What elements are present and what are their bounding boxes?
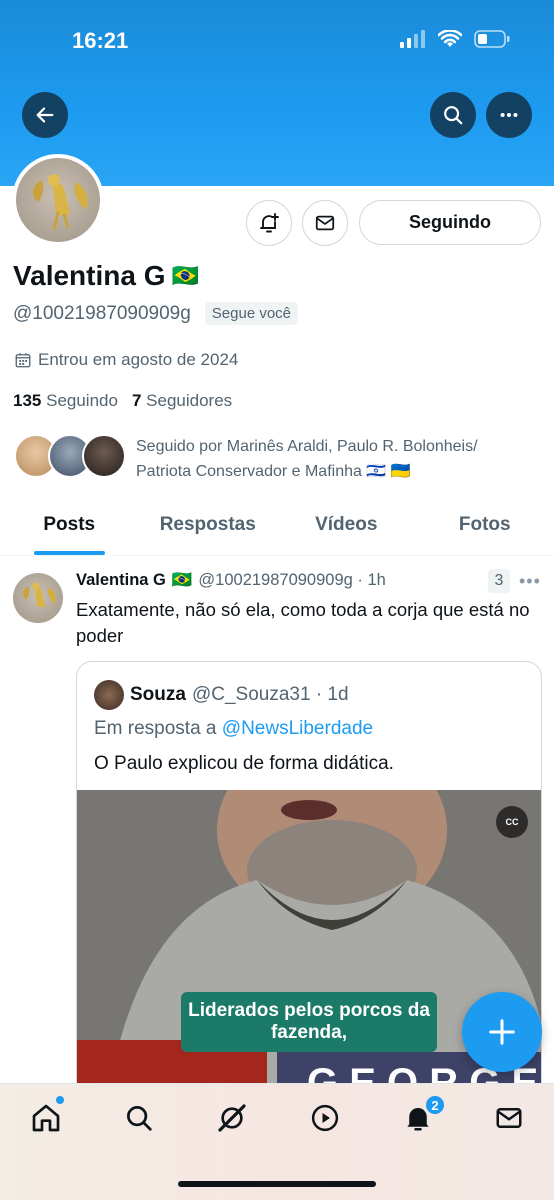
mail-icon (315, 215, 335, 231)
plus-icon (489, 1019, 515, 1045)
followers-count-link[interactable]: 7 Seguidores (132, 391, 232, 411)
play-icon (311, 1104, 339, 1132)
status-time: 16:21 (72, 28, 129, 53)
tab-replies[interactable]: Respostas (139, 500, 278, 555)
angel-pendant-image (33, 174, 88, 231)
following-count-link[interactable]: 135 Seguindo (13, 391, 118, 411)
reply-to-handle-link[interactable]: @NewsLiberdade (222, 718, 373, 739)
post-author-name[interactable]: Valentina G (76, 571, 166, 590)
signal-icon (400, 30, 425, 48)
notify-bell-button[interactable] (246, 200, 292, 246)
nav-messages[interactable] (489, 1098, 529, 1138)
status-bar: 16:21 (0, 0, 554, 80)
followers-label: Seguidores (146, 391, 233, 410)
mail-icon (496, 1108, 522, 1128)
nav-video[interactable] (305, 1098, 345, 1138)
joined-text: Entrou em agosto de 2024 (38, 350, 239, 369)
battery-icon (474, 30, 510, 48)
quote-header: Souza @C_Souza31 · 1d (94, 680, 349, 710)
followed-by-row[interactable]: Seguido por Marinês Araldi, Paulo R. Bol… (14, 434, 536, 484)
reply-to-prefix: Em resposta a (94, 718, 217, 739)
brazil-flag-icon: 🇧🇷 (171, 263, 199, 288)
followers-count: 7 (131, 391, 142, 410)
follow-counts: 135 Seguindo 7 Seguidores (13, 391, 232, 411)
grok-icon (218, 1104, 246, 1132)
angel-pendant-image (23, 582, 56, 608)
profile-name-text: Valentina G (13, 260, 166, 291)
compose-button[interactable] (462, 992, 542, 1072)
handle-row: @10021987090909g Segue você (13, 302, 299, 325)
home-icon (32, 1104, 60, 1132)
reply-count-badge: 3 (488, 569, 510, 593)
post-header: Valentina G 🇧🇷 @10021987090909g · 1h (76, 571, 386, 590)
profile-handle: @10021987090909g (13, 302, 191, 324)
more-button[interactable] (486, 92, 532, 138)
quote-text: O Paulo explicou de forma didática. (94, 753, 394, 774)
post-text: Exatamente, não só ela, como toda a corj… (76, 599, 530, 646)
profile-name: Valentina G 🇧🇷 (13, 260, 199, 292)
nav-search[interactable] (119, 1098, 159, 1138)
search-icon (444, 106, 463, 125)
search-button[interactable] (430, 92, 476, 138)
quote-meta: @C_Souza31 · 1d (191, 684, 349, 705)
closed-captions-button[interactable]: CC (496, 806, 528, 838)
quote-author-name: Souza (130, 684, 186, 705)
follows-you-badge: Segue você (204, 302, 299, 325)
reply-to-line: Em resposta a @NewsLiberdade (94, 718, 373, 740)
video-caption: Liderados pelos porcos da fazenda, (181, 992, 437, 1052)
joined-date: Entrou em agosto de 2024 (14, 350, 238, 370)
message-button[interactable] (302, 200, 348, 246)
followed-by-text: Seguido por Marinês Araldi, Paulo R. Bol… (136, 438, 478, 480)
post-more-icon[interactable]: ••• (519, 571, 541, 592)
home-unread-dot (56, 1096, 64, 1104)
arrow-left-icon (36, 107, 54, 123)
following-button[interactable]: Seguindo (359, 200, 541, 245)
quote-avatar (94, 680, 124, 710)
post-meta: @10021987090909g · 1h (198, 571, 386, 589)
wifi-icon (438, 30, 462, 47)
profile-tabs: Posts Respostas Vídeos Fotos (0, 500, 554, 556)
nav-grok[interactable] (212, 1098, 252, 1138)
nav-home[interactable] (26, 1098, 66, 1138)
tab-photos[interactable]: Fotos (416, 500, 554, 555)
search-icon (127, 1106, 152, 1131)
status-icons (400, 30, 510, 48)
notification-badge: 2 (424, 1094, 446, 1116)
post-avatar[interactable] (13, 573, 63, 623)
tab-posts[interactable]: Posts (0, 500, 139, 555)
calendar-icon (15, 353, 31, 368)
tab-videos[interactable]: Vídeos (277, 500, 416, 555)
home-indicator[interactable] (178, 1181, 376, 1187)
following-count: 135 (13, 391, 42, 410)
profile-avatar[interactable] (12, 154, 104, 246)
bell-plus-icon (260, 213, 279, 233)
more-horizontal-icon (500, 112, 518, 118)
back-button[interactable] (22, 92, 68, 138)
brazil-flag-icon: 🇧🇷 (171, 571, 193, 589)
following-label: Seguindo (46, 391, 118, 410)
follower-avatar-3 (82, 434, 126, 478)
